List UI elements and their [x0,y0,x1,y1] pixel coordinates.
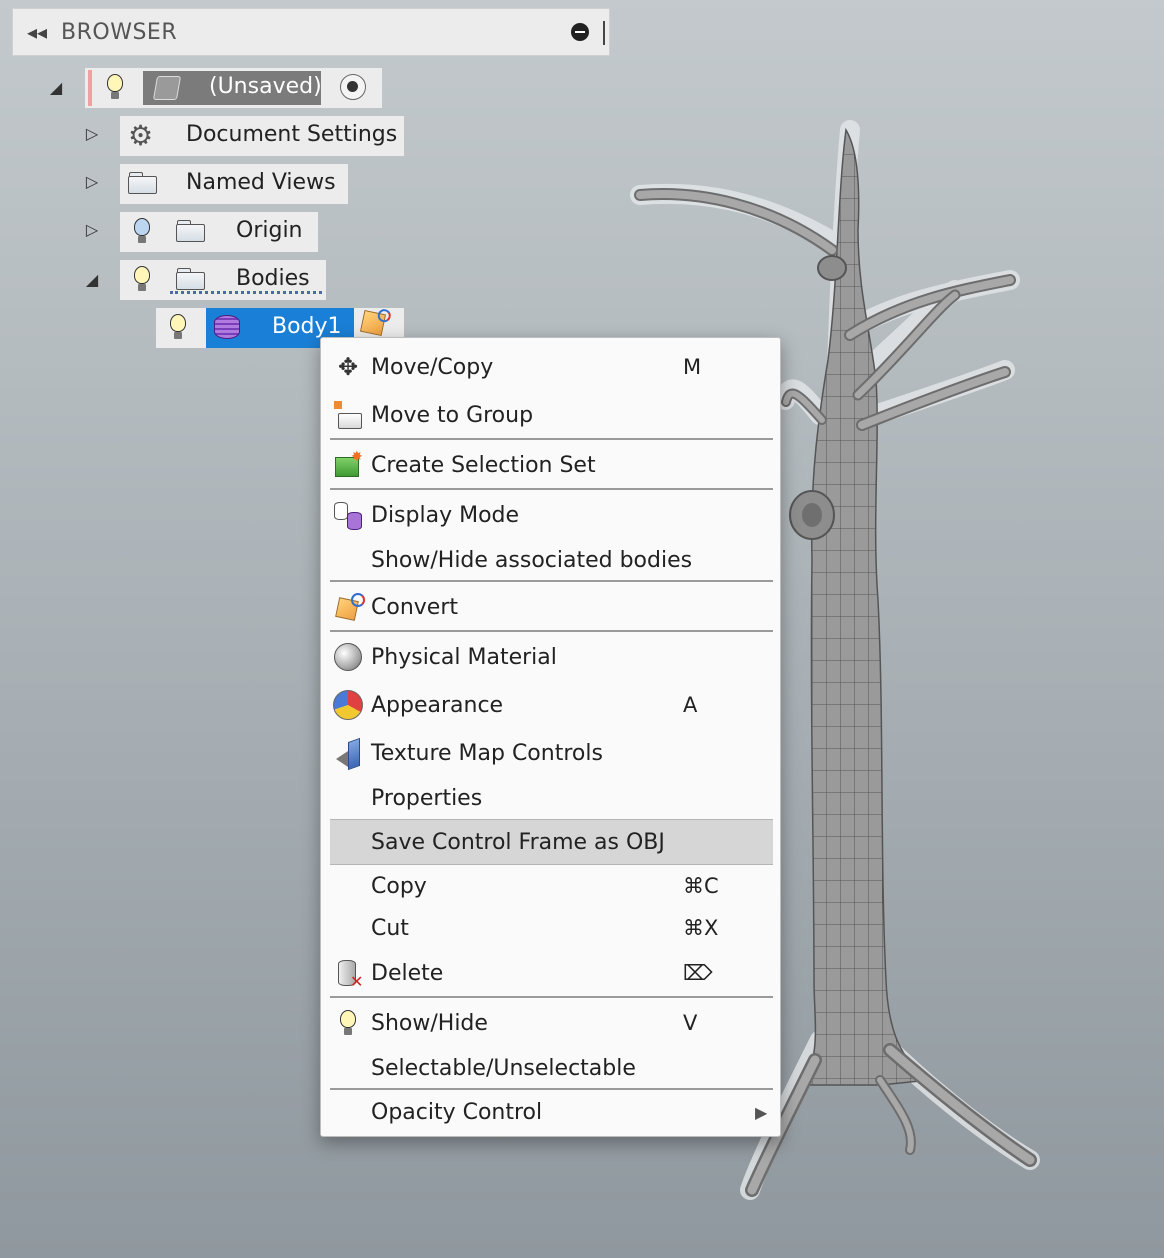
menu-item-shortcut: A [683,693,698,717]
tree-item-document-settings[interactable]: ⚙ Document Settings [120,116,404,156]
tree-item-root[interactable]: (Unsaved) [85,68,382,108]
menu-item-label: Physical Material [371,644,557,670]
menu-item-convert[interactable]: Convert [330,587,773,627]
menu-separator [330,488,773,490]
convert-icon [332,591,365,623]
menu-item-label: Texture Map Controls [371,740,603,766]
appearance-icon [332,689,364,721]
body-icon [214,315,240,339]
expanded-triangle-icon[interactable]: ◢ [48,78,64,97]
menu-item-shortcut: M [683,355,702,379]
menu-item-label: Show/Hide associated bodies [371,547,693,573]
display-mode-icon [332,499,364,531]
submenu-arrow-icon: ▶ [755,1102,768,1122]
menu-item-shortcut: V [683,1011,698,1035]
menu-item-display-mode[interactable]: Display Mode [330,495,773,535]
menu-separator [330,996,773,998]
menu-item-label: Selectable/Unselectable [371,1055,636,1081]
move-to-group-icon [332,399,364,431]
collapsed-triangle-icon[interactable]: ▷ [84,220,100,239]
menu-item-shortcut: ⌘X [683,916,719,940]
menu-item-label: Move/Copy [371,354,494,380]
panel-grip-icon[interactable] [603,21,605,45]
menu-item-physical-material[interactable]: Physical Material [330,637,773,677]
menu-item-show-hide-associated-bodies[interactable]: Show/Hide associated bodies [330,540,773,580]
browser-panel-header: ◂◂ BROWSER [12,8,610,56]
menu-item-label: Save Control Frame as OBJ [371,829,665,855]
menu-item-show-hide[interactable]: Show/Hide V [330,1003,773,1043]
menu-item-copy[interactable]: Copy ⌘C [330,866,773,906]
menu-item-properties[interactable]: Properties [330,778,773,818]
material-icon [332,641,364,673]
component-icon [152,76,182,100]
menu-item-shortcut: ⌦ [683,961,713,985]
menu-item-opacity-control[interactable]: Opacity Control ▶ [330,1092,773,1132]
menu-item-label: Move to Group [371,402,534,428]
browser-title: BROWSER [61,19,178,45]
menu-separator [330,1088,773,1090]
menu-item-save-control-frame-as-obj[interactable]: Save Control Frame as OBJ [330,819,773,865]
named-views-label: Named Views [186,170,336,195]
menu-item-label: Display Mode [371,502,520,528]
menu-item-label: Delete [371,960,444,986]
menu-item-label: Show/Hide [371,1010,488,1036]
active-marker [88,70,92,106]
menu-item-selectable-unselectable[interactable]: Selectable/Unselectable [330,1048,773,1088]
folder-icon [128,172,158,194]
dependency-underline [170,291,322,294]
folder-icon [176,268,206,290]
menu-item-label: Cut [371,915,409,941]
tree-item-bodies[interactable]: Bodies [120,260,326,300]
lightbulb-icon[interactable] [133,218,151,244]
menu-item-create-selection-set[interactable]: ✸ Create Selection Set [330,445,773,485]
tree-item-named-views[interactable]: Named Views [120,164,348,204]
selection-set-icon: ✸ [332,449,364,481]
menu-item-shortcut: ⌘C [683,874,719,898]
root-label: (Unsaved) [209,74,322,99]
menu-separator [330,630,773,632]
lightbulb-icon[interactable] [106,74,124,100]
menu-item-label: Properties [371,785,483,811]
menu-item-texture-map-controls[interactable]: Texture Map Controls [330,733,773,773]
activate-radio-icon[interactable] [340,74,366,100]
menu-item-move-to-group[interactable]: Move to Group [330,395,773,435]
menu-item-appearance[interactable]: Appearance A [330,685,773,725]
bodies-label: Bodies [236,266,310,291]
menu-separator [330,580,773,582]
menu-separator [330,438,773,440]
menu-item-cut[interactable]: Cut ⌘X [330,908,773,948]
gear-icon: ⚙ [128,119,154,152]
pin-icon[interactable] [571,23,589,41]
convert-badge-icon [359,307,392,337]
lightbulb-icon[interactable] [133,266,151,292]
lightbulb-icon [332,1007,364,1039]
tree-item-origin[interactable]: Origin [120,212,318,252]
menu-item-move-copy[interactable]: ✥ Move/Copy M [330,347,773,387]
menu-item-label: Copy [371,873,427,899]
texture-map-icon [332,737,364,771]
document-settings-label: Document Settings [186,122,398,147]
delete-icon: ✕ [332,957,364,991]
collapse-panel-icon[interactable]: ◂◂ [13,20,61,44]
menu-item-label: Appearance [371,692,504,718]
expanded-triangle-icon[interactable]: ◢ [84,270,100,289]
menu-item-label: Convert [371,594,458,620]
menu-item-delete[interactable]: ✕ Delete ⌦ [330,953,773,993]
origin-label: Origin [236,218,303,243]
collapsed-triangle-icon[interactable]: ▷ [84,172,100,191]
lightbulb-icon[interactable] [169,314,187,340]
body1-label: Body1 [272,314,342,339]
folder-icon [176,220,206,242]
menu-item-label: Create Selection Set [371,452,596,478]
move-icon: ✥ [337,353,359,381]
context-menu: ✥ Move/Copy M Move to Group ✸ Create Sel… [320,337,781,1137]
menu-item-label: Opacity Control [371,1099,543,1125]
collapsed-triangle-icon[interactable]: ▷ [84,124,100,143]
